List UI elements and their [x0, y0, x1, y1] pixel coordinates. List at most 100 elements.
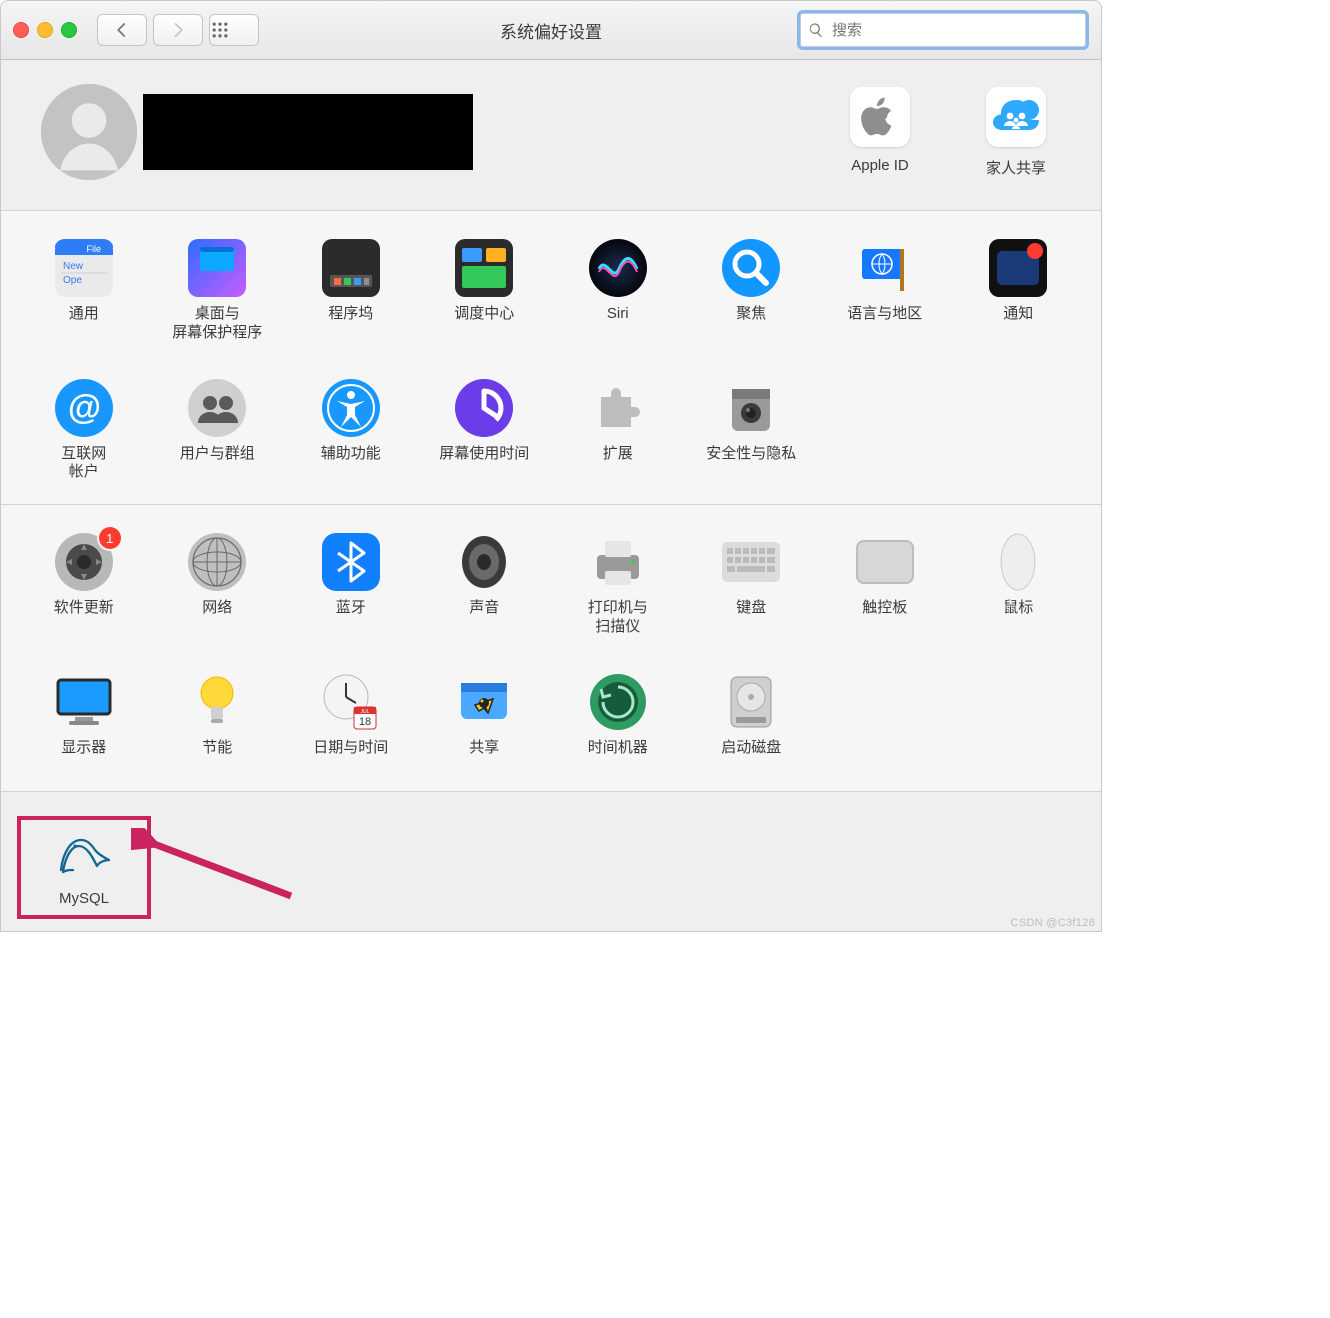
pane-users-groups[interactable]: 用户与群组	[151, 379, 285, 483]
pane-label: 日期与时间	[313, 739, 388, 758]
pane-extensions[interactable]: 扩展	[551, 379, 685, 483]
pane-security-privacy[interactable]: 安全性与隐私	[685, 379, 819, 483]
annotation-arrow	[131, 828, 301, 908]
pane-label: 用户与群组	[180, 445, 255, 464]
pane-label: 辅助功能	[321, 445, 381, 464]
pane-notifications[interactable]: 通知	[952, 239, 1086, 343]
pane-label: 程序坞	[328, 305, 373, 324]
forward-button[interactable]	[153, 14, 203, 46]
pane-displays[interactable]: 显示器	[17, 673, 151, 758]
trackpad-icon	[856, 533, 914, 591]
pane-mouse[interactable]: 鼠标	[952, 533, 1086, 637]
pane-software-update[interactable]: 1 软件更新	[17, 533, 151, 637]
pane-label: 键盘	[736, 599, 766, 618]
pane-screen-time[interactable]: 屏幕使用时间	[418, 379, 552, 483]
users-groups-icon	[188, 379, 246, 437]
bluetooth-icon	[322, 533, 380, 591]
extensions-icon	[589, 379, 647, 437]
pane-dock[interactable]: 程序坞	[284, 239, 418, 343]
pane-label: 软件更新	[54, 599, 114, 618]
pane-siri[interactable]: Siri	[551, 239, 685, 343]
pane-language-region[interactable]: 语言与地区	[818, 239, 952, 343]
pane-label: 语言与地区	[847, 305, 922, 324]
pane-label: 声音	[469, 599, 499, 618]
pane-mission-control[interactable]: 调度中心	[418, 239, 552, 343]
close-window-button[interactable]	[13, 22, 29, 38]
nav-buttons	[97, 14, 259, 46]
pane-internet-accounts[interactable]: @ 互联网 帐户	[17, 379, 151, 483]
mysql-icon	[55, 826, 113, 884]
pane-trackpad[interactable]: 触控板	[818, 533, 952, 637]
search-icon	[808, 22, 824, 38]
pane-sound[interactable]: 声音	[418, 533, 552, 637]
security-icon	[722, 379, 780, 437]
pane-sharing[interactable]: 共享	[418, 673, 552, 758]
pane-label: 启动磁盘	[721, 739, 781, 758]
pane-bluetooth[interactable]: 蓝牙	[284, 533, 418, 637]
time-machine-icon	[589, 673, 647, 731]
search-field[interactable]	[797, 10, 1089, 50]
pane-general[interactable]: FileNew Ope 通用	[17, 239, 151, 343]
pane-label: 扩展	[603, 445, 633, 464]
mission-control-icon	[455, 239, 513, 297]
pane-mysql[interactable]: MySQL	[29, 826, 139, 913]
minimize-window-button[interactable]	[37, 22, 53, 38]
printers-icon	[589, 533, 647, 591]
account-section: Apple ID 家人共享	[1, 60, 1101, 211]
zoom-window-button[interactable]	[61, 22, 77, 38]
pane-label: 蓝牙	[336, 599, 366, 618]
back-button[interactable]	[97, 14, 147, 46]
pane-label: 屏幕使用时间	[439, 445, 529, 464]
pane-time-machine[interactable]: 时间机器	[551, 673, 685, 758]
panel-thirdparty: MySQL	[1, 791, 1101, 931]
svg-text:New: New	[63, 261, 84, 272]
family-sharing-label: 家人共享	[986, 157, 1046, 178]
pane-label: 通知	[1003, 305, 1033, 324]
pane-label: 调度中心	[454, 305, 514, 324]
titlebar: 系统偏好设置	[1, 1, 1101, 60]
pane-desktop[interactable]: 桌面与 屏幕保护程序	[151, 239, 285, 343]
siri-icon	[589, 239, 647, 297]
software-update-icon: 1	[55, 533, 113, 591]
pane-keyboard[interactable]: 键盘	[685, 533, 819, 637]
svg-text:Ope: Ope	[63, 275, 82, 286]
family-sharing-pane[interactable]: 家人共享	[971, 87, 1061, 178]
pane-network[interactable]: 网络	[151, 533, 285, 637]
apple-id-pane[interactable]: Apple ID	[835, 87, 925, 178]
general-icon: FileNew Ope	[55, 239, 113, 297]
pane-startup-disk[interactable]: 启动磁盘	[685, 673, 819, 758]
search-input[interactable]	[830, 21, 1078, 40]
svg-text:@: @	[67, 389, 100, 427]
panel-personal: FileNew Ope 通用 桌面与 屏幕保护程序 程序坞	[1, 211, 1101, 505]
pane-label: 通用	[69, 305, 99, 324]
redacted-username	[143, 94, 473, 170]
pane-label: 安全性与隐私	[706, 445, 796, 464]
user-avatar[interactable]	[41, 84, 137, 180]
pane-spotlight[interactable]: 聚焦	[685, 239, 819, 343]
pane-label: 桌面与 屏幕保护程序	[172, 305, 262, 343]
pane-label: 触控板	[862, 599, 907, 618]
dock-icon	[322, 239, 380, 297]
displays-icon	[55, 673, 113, 731]
window-controls	[13, 22, 77, 38]
keyboard-icon	[722, 533, 780, 591]
apple-logo-icon	[850, 87, 910, 147]
pane-energy-saver[interactable]: 节能	[151, 673, 285, 758]
network-icon	[188, 533, 246, 591]
pane-printers[interactable]: 打印机与 扫描仪	[551, 533, 685, 637]
svg-text:File: File	[86, 244, 101, 254]
panel-hardware: 1 软件更新 网络 蓝牙 声音	[1, 505, 1101, 791]
update-badge: 1	[99, 527, 121, 549]
desktop-icon	[188, 239, 246, 297]
sound-icon	[455, 533, 513, 591]
pane-label: 显示器	[61, 739, 106, 758]
startup-disk-icon	[722, 673, 780, 731]
apple-id-label: Apple ID	[851, 157, 909, 174]
sharing-icon	[455, 673, 513, 731]
pane-label: 鼠标	[1003, 599, 1033, 618]
date-time-icon: JUL18	[322, 673, 380, 731]
pane-label: 网络	[202, 599, 232, 618]
show-all-button[interactable]	[209, 14, 259, 46]
pane-accessibility[interactable]: 辅助功能	[284, 379, 418, 483]
pane-date-time[interactable]: JUL18 日期与时间	[284, 673, 418, 758]
